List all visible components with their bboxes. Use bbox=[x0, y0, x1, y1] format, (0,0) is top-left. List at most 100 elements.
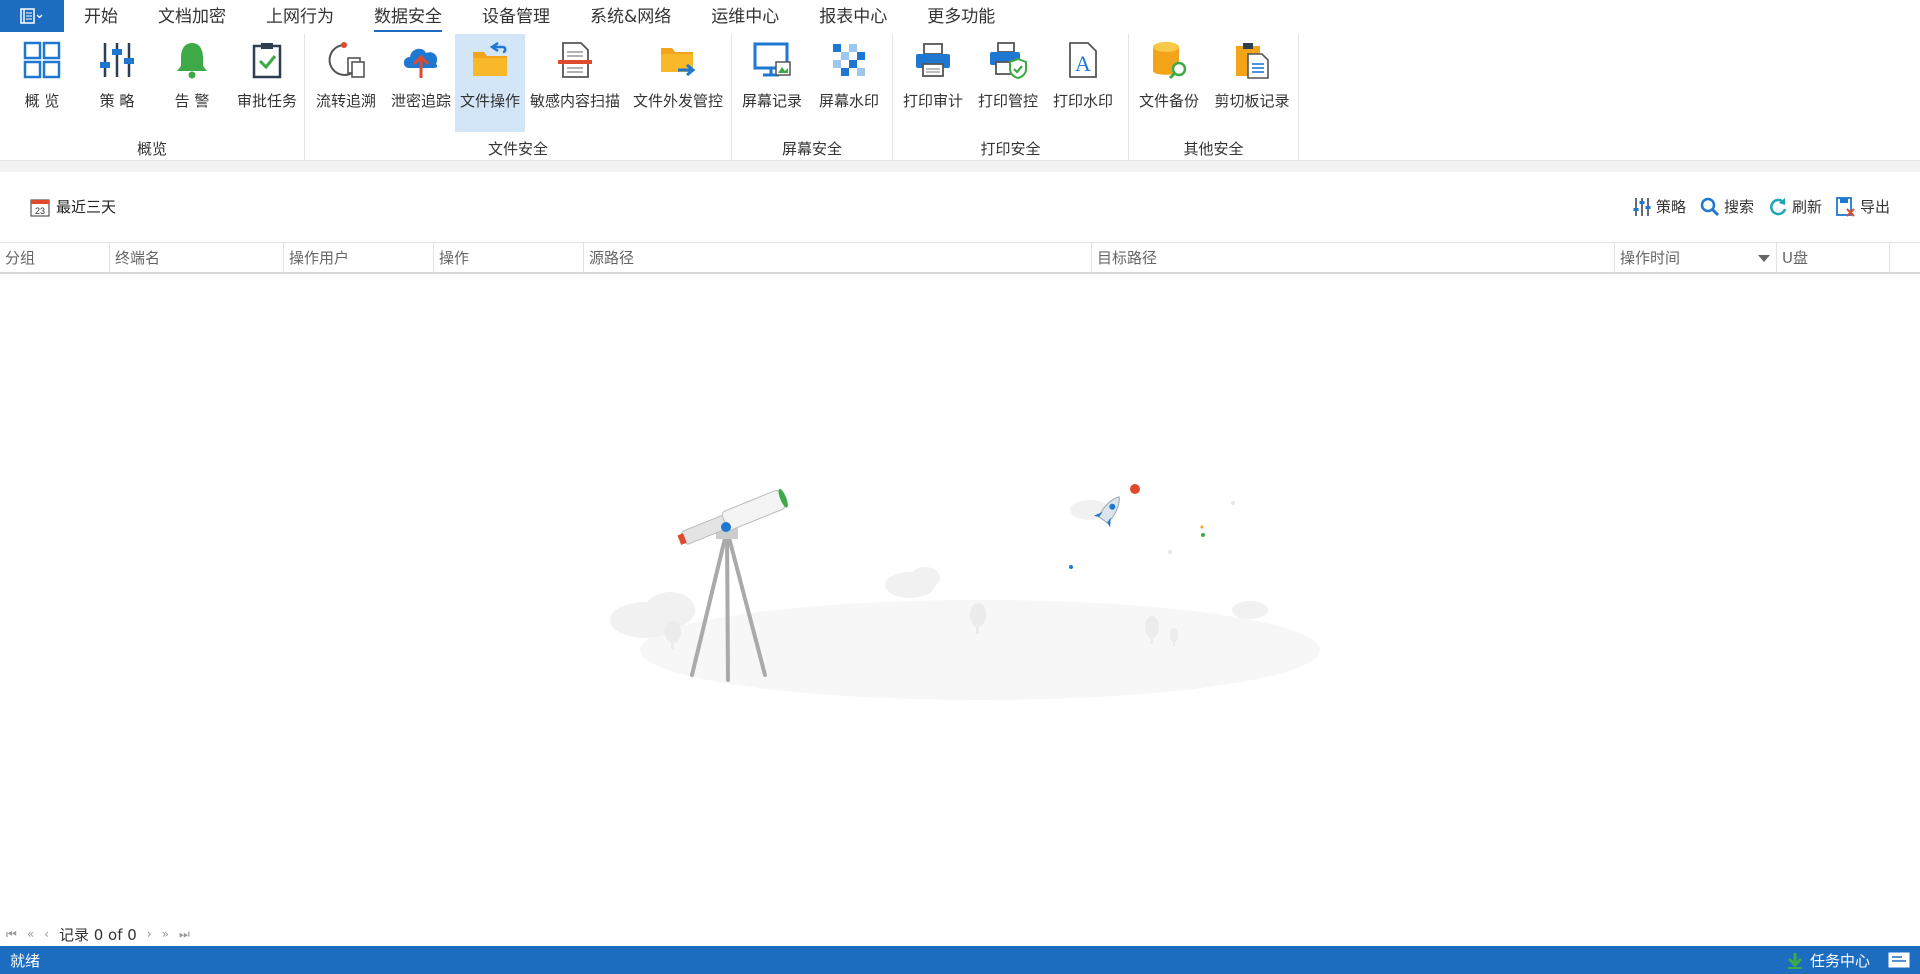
export-label: 导出 bbox=[1859, 198, 1890, 216]
column-header-terminal-name[interactable]: 终端名 bbox=[110, 243, 284, 273]
ribbon-sensitive-scan-button[interactable]: 敏感内容扫描 bbox=[525, 34, 625, 132]
download-icon bbox=[1787, 952, 1803, 969]
ribbon-item-label: 告 警 bbox=[174, 92, 210, 110]
column-header-target-path[interactable]: 目标路径 bbox=[1092, 243, 1615, 273]
ribbon: 概 览 策 略 告 警 审批任务 概览 流转追溯 泄密追踪 文件操作 敏感内容扫… bbox=[0, 34, 1920, 160]
ribbon-overview-button[interactable]: 概 览 bbox=[0, 34, 84, 132]
tab-more-features[interactable]: 更多功能 bbox=[927, 0, 995, 34]
refresh-icon bbox=[1770, 197, 1787, 215]
message-icon[interactable] bbox=[1888, 952, 1910, 968]
ribbon-group-label: 其他安全 bbox=[1183, 140, 1244, 158]
tab-data-security[interactable]: 数据安全 bbox=[374, 0, 442, 34]
last-page-button[interactable]: ⏭ bbox=[179, 927, 190, 942]
tab-start[interactable]: 开始 bbox=[84, 0, 118, 34]
task-center-button[interactable]: 任务中心 bbox=[1786, 950, 1870, 971]
sort-desc-icon bbox=[1758, 255, 1770, 262]
ribbon-file-outbound-control-button[interactable]: 文件外发管控 bbox=[625, 34, 731, 132]
previous-page-button[interactable]: ‹ bbox=[44, 927, 49, 941]
ribbon-divider bbox=[0, 160, 1920, 172]
tab-ops-center[interactable]: 运维中心 bbox=[711, 0, 779, 34]
ribbon-strategy-button[interactable]: 策 略 bbox=[84, 34, 150, 132]
tab-internet-behavior[interactable]: 上网行为 bbox=[266, 0, 334, 34]
ribbon-print-watermark-button[interactable]: A 打印水印 bbox=[1043, 34, 1123, 132]
next-page-group-button[interactable]: » bbox=[162, 927, 169, 941]
ribbon-item-label: 屏幕水印 bbox=[818, 92, 879, 110]
toolbar: 23 最近三天 策略 搜索 刷新 导出 bbox=[0, 188, 1920, 228]
toolbar-actions: 策略 搜索 刷新 导出 bbox=[1632, 196, 1890, 217]
status-bar: 就绪 任务中心 bbox=[0, 946, 1920, 974]
ribbon-file-backup-button[interactable]: 文件备份 bbox=[1129, 34, 1209, 132]
strategy-label: 策略 bbox=[1655, 198, 1686, 216]
sliders-icon bbox=[100, 43, 134, 77]
clipboard-document-icon bbox=[1236, 43, 1269, 79]
ribbon-group-label: 打印安全 bbox=[980, 140, 1041, 158]
ribbon-print-audit-button[interactable]: 打印审计 bbox=[893, 34, 973, 132]
menu-tabs: 开始 文档加密 上网行为 数据安全 设备管理 系统&网络 运维中心 报表中心 更… bbox=[64, 0, 1015, 34]
previous-page-group-button[interactable]: « bbox=[27, 927, 34, 941]
document-letter-icon: A bbox=[1069, 42, 1097, 78]
ribbon-item-label: 屏幕记录 bbox=[741, 92, 802, 110]
column-header-operation-time-label: 操作时间 bbox=[1620, 249, 1681, 267]
ribbon-group-file-security: 流转追溯 泄密追踪 文件操作 敏感内容扫描 文件外发管控 文件安全 bbox=[305, 34, 732, 160]
mosaic-icon bbox=[833, 44, 865, 76]
ribbon-item-label: 流转追溯 bbox=[315, 92, 376, 110]
ribbon-flow-trace-button[interactable]: 流转追溯 bbox=[305, 34, 387, 132]
telescope-rocket-illustration bbox=[610, 484, 1320, 700]
pager: ⏮ « ‹ 记录 0 of 0 › » ⏭ bbox=[6, 922, 190, 946]
ribbon-group-label: 概览 bbox=[136, 140, 167, 158]
ribbon-leak-trace-button[interactable]: 泄密追踪 bbox=[387, 34, 455, 132]
column-header-operation-user[interactable]: 操作用户 bbox=[284, 243, 434, 273]
ribbon-file-operation-button[interactable]: 文件操作 bbox=[455, 34, 525, 132]
ribbon-screen-watermark-button[interactable]: 屏幕水印 bbox=[812, 34, 886, 132]
bell-icon bbox=[177, 43, 207, 79]
ribbon-item-label: 概 览 bbox=[24, 92, 60, 110]
empty-state-illustration bbox=[570, 470, 1350, 710]
monitor-image-icon bbox=[753, 42, 791, 77]
clipboard-check-icon bbox=[252, 43, 282, 79]
ribbon-group-label: 屏幕安全 bbox=[781, 140, 842, 158]
ribbon-group-label: 文件安全 bbox=[487, 140, 548, 158]
ribbon-print-control-button[interactable]: 打印管控 bbox=[973, 34, 1043, 132]
printer-shield-icon bbox=[990, 42, 1027, 80]
overview-icon bbox=[23, 41, 61, 79]
search-icon bbox=[1700, 197, 1720, 216]
strategy-button[interactable]: 策略 bbox=[1632, 196, 1686, 217]
export-icon bbox=[1836, 196, 1855, 217]
column-header-group[interactable]: 分组 bbox=[0, 243, 110, 273]
ribbon-item-label: 审批任务 bbox=[236, 92, 297, 110]
tab-document-encryption[interactable]: 文档加密 bbox=[158, 0, 226, 34]
ribbon-item-label: 文件操作 bbox=[459, 92, 520, 110]
next-page-button[interactable]: › bbox=[147, 927, 152, 941]
ribbon-clipboard-record-button[interactable]: 剪切板记录 bbox=[1209, 34, 1295, 132]
ribbon-item-label: 打印管控 bbox=[977, 92, 1038, 110]
ribbon-alert-button[interactable]: 告 警 bbox=[150, 34, 234, 132]
tab-system-network[interactable]: 系统&网络 bbox=[590, 0, 671, 34]
column-header-operation[interactable]: 操作 bbox=[434, 243, 584, 273]
column-header-operation-time[interactable]: 操作时间 bbox=[1615, 243, 1777, 273]
date-filter-button[interactable]: 23 最近三天 bbox=[30, 196, 116, 217]
search-label: 搜索 bbox=[1723, 198, 1754, 216]
sliders-icon bbox=[1633, 197, 1651, 216]
task-center-label: 任务中心 bbox=[1809, 952, 1870, 970]
tab-report-center[interactable]: 报表中心 bbox=[819, 0, 887, 34]
ribbon-item-label: 泄密追踪 bbox=[390, 92, 451, 110]
record-count: 记录 0 of 0 bbox=[58, 925, 137, 944]
status-text: 就绪 bbox=[10, 952, 41, 970]
first-page-button[interactable]: ⏮ bbox=[6, 927, 17, 942]
ribbon-item-label: 打印审计 bbox=[902, 92, 963, 110]
calendar-icon-number: 23 bbox=[35, 206, 45, 216]
ribbon-approval-task-button[interactable]: 审批任务 bbox=[234, 34, 300, 132]
search-button[interactable]: 搜索 bbox=[1700, 196, 1754, 217]
column-header-source-path[interactable]: 源路径 bbox=[584, 243, 1092, 273]
ribbon-item-label: 策 略 bbox=[99, 92, 135, 110]
database-search-icon bbox=[1153, 42, 1187, 80]
refresh-button[interactable]: 刷新 bbox=[1768, 196, 1822, 217]
cloud-upload-icon bbox=[403, 48, 438, 78]
app-menu-button[interactable] bbox=[0, 0, 64, 32]
column-header-usb-drive[interactable]: U盘 bbox=[1777, 243, 1890, 273]
printer-icon bbox=[916, 43, 950, 77]
document-scan-icon bbox=[558, 42, 592, 78]
tab-device-management[interactable]: 设备管理 bbox=[482, 0, 550, 34]
ribbon-screen-record-button[interactable]: 屏幕记录 bbox=[732, 34, 812, 132]
export-button[interactable]: 导出 bbox=[1836, 196, 1890, 217]
